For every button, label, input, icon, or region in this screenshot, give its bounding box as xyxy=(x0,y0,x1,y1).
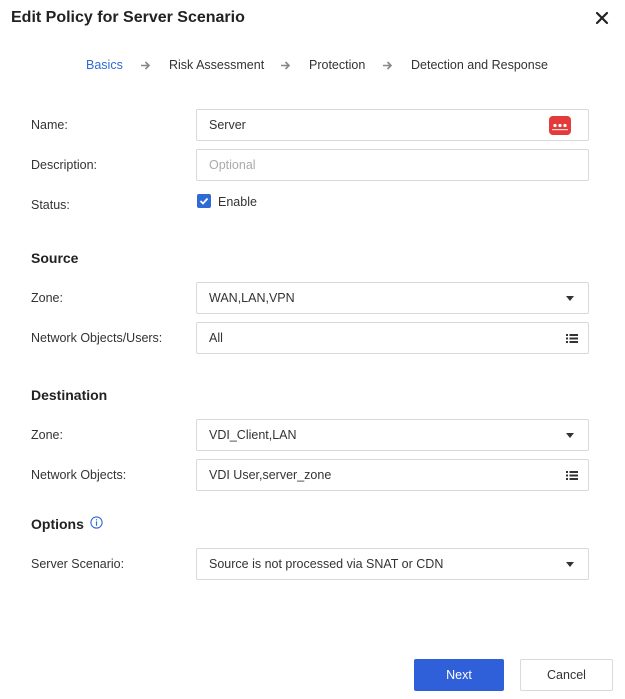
status-enable-label[interactable]: Enable xyxy=(218,195,257,209)
step-risk-assessment[interactable]: Risk Assessment xyxy=(169,58,264,72)
arrow-right-icon xyxy=(383,61,393,70)
step-detection-response[interactable]: Detection and Response xyxy=(411,58,548,72)
wizard-steps: Basics Risk Assessment Protection Detect… xyxy=(0,58,625,74)
status-enable-checkbox[interactable] xyxy=(197,194,211,208)
destination-zone-value: VDI_Client,LAN xyxy=(209,428,297,442)
checkmark-icon xyxy=(199,197,209,205)
destination-zone-label: Zone: xyxy=(31,428,63,442)
next-button[interactable]: Next xyxy=(414,659,504,691)
password-manager-icon[interactable] xyxy=(549,116,571,135)
cancel-button[interactable]: Cancel xyxy=(520,659,613,691)
destination-objects-field[interactable]: VDI User,server_zone xyxy=(196,459,589,491)
destination-heading: Destination xyxy=(31,387,108,403)
name-label: Name: xyxy=(31,118,68,132)
server-scenario-select[interactable]: Source is not processed via SNAT or CDN xyxy=(196,548,589,580)
description-label: Description: xyxy=(31,158,97,172)
close-icon[interactable] xyxy=(592,8,612,28)
destination-objects-label: Network Objects: xyxy=(31,468,127,482)
list-icon[interactable] xyxy=(566,470,578,481)
source-objects-label: Network Objects/Users: xyxy=(31,331,163,345)
destination-objects-value: VDI User,server_zone xyxy=(209,468,332,482)
chevron-down-icon xyxy=(566,296,574,301)
source-zone-value: WAN,LAN,VPN xyxy=(209,291,295,305)
source-objects-value: All xyxy=(209,331,223,345)
name-input[interactable] xyxy=(197,110,588,140)
source-zone-label: Zone: xyxy=(31,291,63,305)
destination-zone-select[interactable]: VDI_Client,LAN xyxy=(196,419,589,451)
step-protection[interactable]: Protection xyxy=(309,58,365,72)
server-scenario-label: Server Scenario: xyxy=(31,557,125,571)
description-field[interactable] xyxy=(196,149,589,181)
arrow-right-icon xyxy=(141,61,151,70)
chevron-down-icon xyxy=(566,562,574,567)
dialog-title: Edit Policy for Server Scenario xyxy=(11,9,245,26)
source-heading: Source xyxy=(31,250,79,266)
description-input[interactable] xyxy=(197,150,588,180)
name-field[interactable] xyxy=(196,109,589,141)
chevron-down-icon xyxy=(566,433,574,438)
server-scenario-value: Source is not processed via SNAT or CDN xyxy=(209,557,444,571)
list-icon[interactable] xyxy=(566,333,578,344)
source-zone-select[interactable]: WAN,LAN,VPN xyxy=(196,282,589,314)
step-basics[interactable]: Basics xyxy=(86,58,123,72)
info-icon[interactable] xyxy=(90,516,103,529)
status-label: Status: xyxy=(31,198,70,212)
options-heading: Options xyxy=(31,516,84,532)
arrow-right-icon xyxy=(281,61,291,70)
source-objects-field[interactable]: All xyxy=(196,322,589,354)
